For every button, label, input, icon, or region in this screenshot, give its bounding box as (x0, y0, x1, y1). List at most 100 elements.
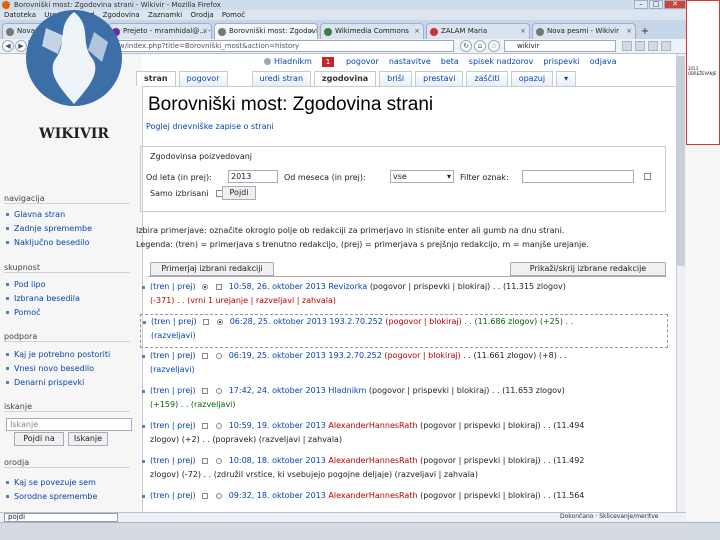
personal-logout-link[interactable]: odjava (590, 57, 617, 66)
tab-delete[interactable]: briši (379, 71, 413, 86)
close-tab-icon[interactable]: × (414, 24, 420, 39)
toggle-revisions-button[interactable]: Prikaži/skrij izbrane redakcije (510, 262, 666, 276)
downloads-icon[interactable] (622, 41, 632, 51)
rev-date[interactable]: 09:32, 18. oktober 2013 (229, 491, 326, 500)
personal-talk-link[interactable]: pogovor (346, 57, 379, 66)
bookmark-star-icon[interactable]: ☆ (488, 40, 500, 52)
rev-user[interactable]: AlexanderHannesRath (328, 456, 417, 465)
rev-diff-links[interactable]: (tren | prej) (151, 317, 197, 326)
revision-checkbox[interactable] (202, 352, 209, 359)
menu-help[interactable]: Pomoč (222, 11, 245, 19)
rev-summary[interactable]: (-371) . . (vrni 1 urejanje | razveljavi… (150, 296, 336, 305)
close-tab-icon[interactable]: × (626, 24, 632, 39)
compare-revisions-button[interactable]: Primerjaj izbrani redakciji (150, 262, 274, 276)
close-tab-icon[interactable]: × (202, 24, 208, 39)
search-button[interactable]: Iskanje (68, 432, 108, 446)
personal-beta-link[interactable]: beta (441, 57, 459, 66)
menu-tools[interactable]: Orodja (190, 11, 213, 19)
rev-user-links[interactable]: (pogovor | prispevki | blokiraj) (369, 386, 489, 395)
rev-user[interactable]: 193.2.70.252 (328, 351, 381, 360)
tab-page[interactable]: stran (136, 71, 176, 86)
rev-summary[interactable]: (razveljavi) (151, 331, 196, 340)
back-button[interactable]: ◀ (2, 40, 14, 52)
personal-preferences-link[interactable]: nastavitve (389, 57, 431, 66)
menu-bookmarks[interactable]: Zaznamki (148, 11, 182, 19)
sidebar-item-random[interactable]: Naključno besedilo (6, 238, 89, 247)
browser-tab[interactable]: Wikimedia Commons × (320, 23, 424, 39)
revision-checkbox[interactable] (216, 283, 223, 290)
log-link[interactable]: Poglej dnevniške zapise o strani (146, 122, 274, 131)
rev-user[interactable]: AlexanderHannesRath (328, 491, 417, 500)
revision-checkbox[interactable] (202, 387, 209, 394)
tab-protect[interactable]: zaščiti (466, 71, 508, 86)
wikivir-logo[interactable]: WIKIVIR (16, 6, 132, 146)
rev-diff-links[interactable]: (tren | prej) (150, 491, 196, 500)
diff-new-radio[interactable] (216, 387, 223, 394)
diff-old-radio[interactable] (202, 283, 209, 290)
sidebar-item-main-page[interactable]: Glavna stran (6, 210, 65, 219)
minimize-button[interactable]: – (634, 0, 648, 9)
rev-user[interactable]: Hladnikm (328, 386, 366, 395)
year-input[interactable]: 2013 (228, 170, 278, 183)
close-tab-icon[interactable]: × (520, 24, 526, 39)
sidebar-item-what-links-here[interactable]: Kaj se povezuje sem (6, 478, 96, 487)
rev-user[interactable]: Revizorka (328, 282, 367, 291)
revision-checkbox[interactable] (202, 422, 209, 429)
sidebar-item-recent-changes[interactable]: Zadnje spremembe (6, 224, 92, 233)
rev-summary[interactable]: zlogov) (+2) . . (popravek) (razveljavi … (150, 435, 342, 444)
reload-icon[interactable]: ↻ (460, 40, 472, 52)
diff-new-radio[interactable] (216, 422, 223, 429)
rev-user-links[interactable]: (pogovor | prispevki | blokiraj) (370, 282, 490, 291)
browser-tab-active[interactable]: Borovniški most: Zgodovina s...× (214, 23, 318, 39)
scrollbar-thumb[interactable] (677, 56, 685, 266)
user-link[interactable]: Hladnikm (274, 57, 312, 66)
rev-user-links[interactable]: (pogovor | prispevki | blokiraj) (420, 491, 540, 500)
go-button[interactable]: Pojdi na (14, 432, 64, 446)
sidebar-item-village-pump[interactable]: Pod lipo (6, 280, 45, 289)
notification-badge[interactable]: 1 (322, 57, 334, 67)
personal-watchlist-link[interactable]: spisek nadzorov (469, 57, 534, 66)
rev-diff-links[interactable]: (tren | prej) (150, 421, 196, 430)
rev-user-links[interactable]: (pogovor | blokiraj) (385, 317, 461, 326)
rev-user-links[interactable]: (pogovor | prispevki | blokiraj) (420, 421, 540, 430)
wiki-search-input[interactable]: Iskanje (6, 418, 132, 431)
sidebar-item-donations[interactable]: Denarni prispevki (6, 378, 84, 387)
rev-date[interactable]: 10:58, 26. oktober 2013 (229, 282, 326, 291)
tab-history[interactable]: zgodovina (314, 71, 377, 86)
diff-new-radio[interactable] (216, 352, 223, 359)
close-window-button[interactable]: ✕ (664, 0, 686, 9)
sidebar-item-todo[interactable]: Kaj je potrebno postoriti (6, 350, 110, 359)
tab-more-chevron-icon[interactable]: ▾ (556, 71, 577, 86)
close-tab-icon[interactable]: × (308, 24, 314, 39)
browser-tab[interactable]: ZALAM Maria × (426, 23, 530, 39)
rev-summary[interactable]: (+159) . . (razveljavi) (150, 400, 236, 409)
diff-new-radio[interactable] (217, 318, 224, 325)
rev-summary[interactable]: zlogov) (-72) . . (združil vrstice, ki v… (150, 470, 478, 479)
filter-go-button[interactable]: Pojdi (222, 186, 256, 200)
sidebar-item-new-text[interactable]: Vnesi novo besedilo (6, 364, 94, 373)
addon-icon[interactable] (635, 41, 645, 51)
maximize-button[interactable]: □ (649, 0, 663, 9)
browser-tab[interactable]: Nova pesmi - Wikivir × (532, 23, 636, 39)
home-icon[interactable]: ⌂ (474, 40, 486, 52)
tab-talk[interactable]: pogovor (178, 71, 228, 86)
rev-date[interactable]: 10:08, 18. oktober 2013 (229, 456, 326, 465)
rev-user-links[interactable]: (pogovor | prispevki | blokiraj) (420, 456, 540, 465)
rev-user[interactable]: 193.2.70.252 (329, 317, 382, 326)
rev-user[interactable]: AlexanderHannesRath (328, 421, 417, 430)
search-bar[interactable]: wikivir (504, 40, 616, 52)
new-tab-button[interactable]: + (638, 25, 652, 39)
tag-filter-input[interactable] (522, 170, 634, 183)
rev-diff-links[interactable]: (tren | prej) (150, 282, 196, 291)
rev-summary[interactable]: (razveljavi) (150, 365, 195, 374)
tab-watch[interactable]: opazuj (510, 71, 554, 86)
tab-edit[interactable]: uredi stran (251, 71, 312, 86)
revision-checkbox[interactable] (202, 492, 209, 499)
tag-filter-checkbox[interactable] (644, 173, 651, 180)
addon-icon[interactable] (648, 41, 658, 51)
revision-checkbox[interactable] (202, 457, 209, 464)
sidebar-item-help[interactable]: Pomoč (6, 308, 41, 317)
sidebar-item-featured[interactable]: Izbrana besedila (6, 294, 80, 303)
rev-date[interactable]: 06:28, 25. oktober 2013 (230, 317, 327, 326)
rev-date[interactable]: 06:19, 25. oktober 2013 (229, 351, 326, 360)
